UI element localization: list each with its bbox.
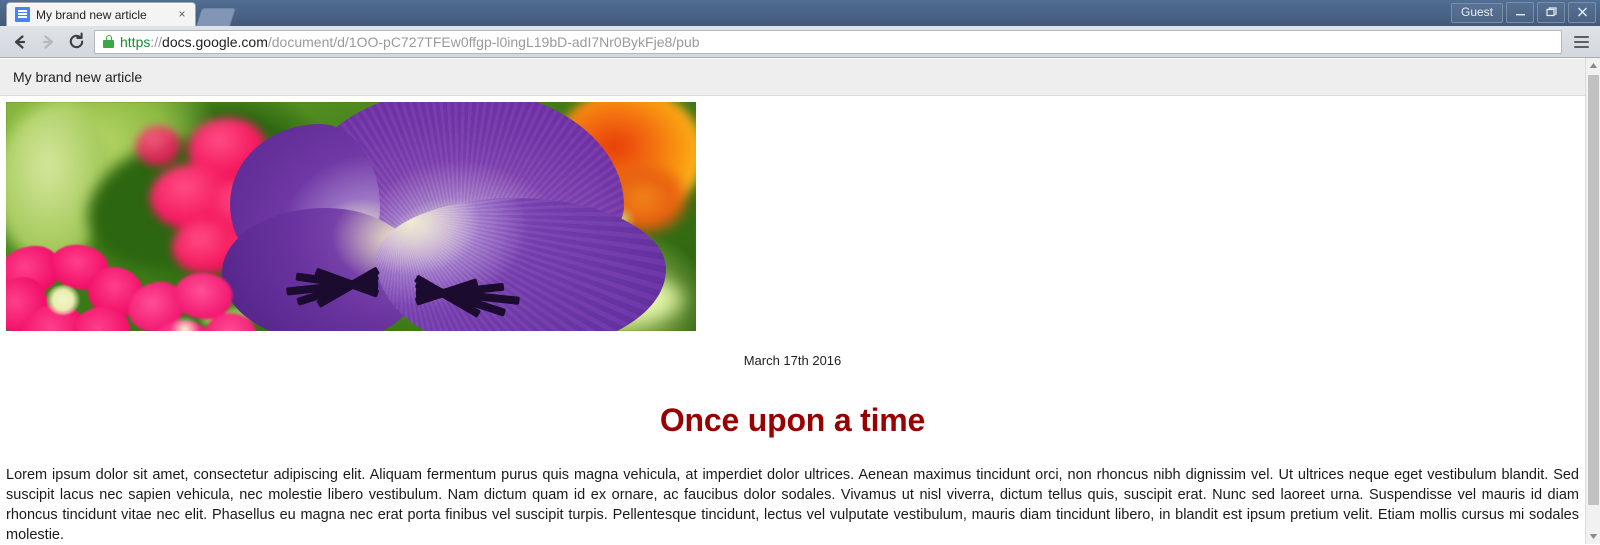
hamburger-line: [1573, 45, 1589, 48]
pansy-lower-right-petal-texture: [376, 198, 666, 331]
hamburger-line: [1573, 40, 1589, 43]
window-close-button[interactable]: [1568, 2, 1596, 23]
google-docs-favicon-icon: [15, 7, 30, 22]
window-maximize-button[interactable]: [1537, 2, 1565, 23]
window-minimize-button[interactable]: [1506, 2, 1534, 23]
document-heading: Once upon a time: [659, 402, 926, 438]
image-purple-pansy: [222, 102, 696, 331]
document-date: March 17th 2016: [743, 353, 842, 368]
url-path: /document/d/1OO-pC727TFEw0ffgp-l0ingL19b…: [267, 33, 700, 50]
hero-flower-image: [6, 102, 696, 331]
scrollbar-down-arrow-icon[interactable]: [1586, 529, 1600, 544]
tab-close-icon[interactable]: ×: [175, 7, 189, 22]
document-header-title: My brand new article: [13, 69, 143, 85]
browser-tab-active[interactable]: My brand new article ×: [6, 2, 196, 26]
image-foreground-pink-flower: [122, 268, 264, 331]
page-viewport: My brand new article March 17th 2016 Onc…: [0, 58, 1600, 544]
scrollbar-up-arrow-icon[interactable]: [1586, 58, 1600, 73]
browser-toolbar: https://docs.google.com/document/d/1OO-p…: [0, 26, 1600, 58]
back-arrow-icon: [14, 34, 26, 49]
chrome-menu-button[interactable]: [1568, 29, 1594, 55]
browser-window: My brand new article × Guest https://doc…: [0, 0, 1600, 545]
forward-arrow-icon: [42, 34, 54, 49]
https-lock-icon: [103, 35, 114, 48]
reload-icon: [69, 32, 83, 49]
page-scrollbar[interactable]: [1585, 58, 1600, 544]
profile-guest-button[interactable]: Guest: [1450, 2, 1503, 23]
new-tab-button[interactable]: [196, 8, 236, 26]
window-controls: Guest: [1450, 2, 1600, 23]
address-bar[interactable]: https://docs.google.com/document/d/1OO-p…: [94, 29, 1562, 54]
address-bar-url: https://docs.google.com/document/d/1OO-p…: [120, 31, 700, 53]
tab-strip: My brand new article × Guest: [0, 0, 1600, 26]
document-header-bar: My brand new article: [0, 58, 1585, 96]
hamburger-line: [1573, 35, 1589, 38]
url-host: docs.google.com: [162, 33, 268, 50]
url-scheme: https: [120, 33, 151, 50]
scrollbar-thumb[interactable]: [1588, 75, 1599, 505]
document-body: March 17th 2016 Once upon a time Lorem i…: [0, 102, 1585, 544]
forward-button[interactable]: [34, 29, 62, 55]
reload-button[interactable]: [62, 29, 90, 55]
back-button[interactable]: [6, 29, 34, 55]
tab-title: My brand new article: [36, 7, 147, 22]
document-paragraph: Lorem ipsum dolor sit amet, consectetur …: [6, 467, 1579, 543]
url-separator: ://: [150, 33, 163, 50]
